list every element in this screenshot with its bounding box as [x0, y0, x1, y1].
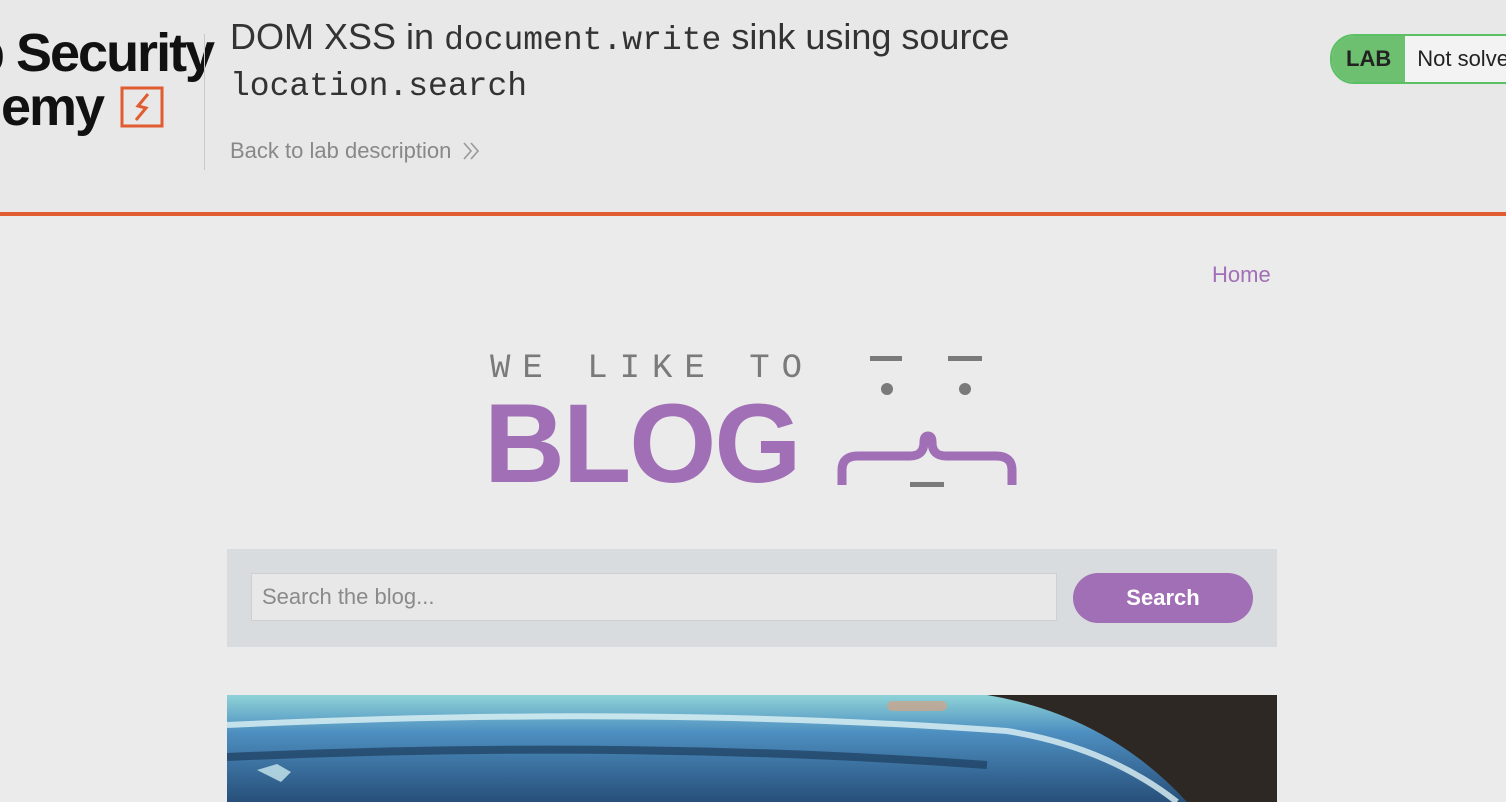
- nav-home-link[interactable]: Home: [1212, 262, 1271, 288]
- blog-search-bar: Search: [227, 549, 1277, 647]
- lab-badge: LAB: [1332, 36, 1406, 82]
- post-image-graphic: [227, 695, 1277, 802]
- logo-text-line1: b Security: [0, 23, 215, 83]
- search-button[interactable]: Search: [1073, 573, 1253, 623]
- lab-title-part: sink using source: [721, 16, 1010, 57]
- blog-wordmark: BLOG: [484, 381, 802, 506]
- lab-title-code: location.search: [230, 68, 528, 105]
- lightning-box-icon: [120, 86, 164, 128]
- search-input[interactable]: [251, 573, 1057, 621]
- academy-header: b Security demy DOM XSS in document.writ…: [0, 0, 1506, 216]
- lab-status-text: Not solved: [1405, 36, 1506, 82]
- blog-post-image[interactable]: [227, 695, 1277, 802]
- header-divider: [204, 34, 205, 170]
- lab-status-widget: LAB Not solved: [1330, 34, 1506, 84]
- lab-title-part: DOM XSS in: [230, 16, 445, 57]
- double-chevron-right-icon: [463, 142, 480, 160]
- lab-title: DOM XSS in document.write sink using sou…: [230, 16, 1130, 108]
- blog-face-icon: [837, 356, 1017, 487]
- blog-logo: WE LIKE TO BLOG: [484, 350, 1024, 500]
- back-to-lab-description-link[interactable]: Back to lab description: [230, 138, 481, 164]
- web-security-academy-logo[interactable]: b Security demy: [0, 22, 215, 142]
- logo-text-line2: demy: [0, 77, 105, 137]
- lab-title-code: document.write: [444, 22, 722, 59]
- back-link-label: Back to lab description: [230, 138, 452, 163]
